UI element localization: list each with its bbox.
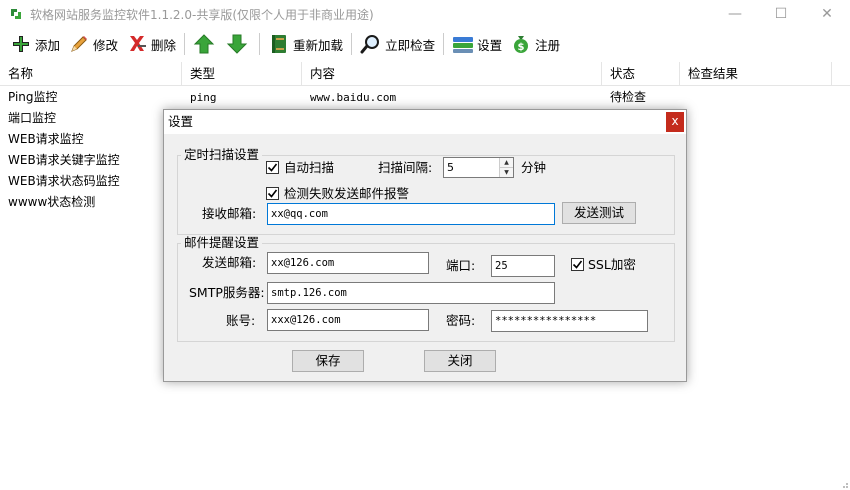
arrow-down-icon [226,34,248,54]
recv-email-label: 接收邮箱: [202,206,257,221]
move-down-button[interactable] [222,30,255,58]
dialog-title: 设置 [164,110,686,134]
book-icon [272,35,287,53]
scan-interval-spinner[interactable]: 5 ▲ ▼ [443,157,514,178]
row-name: WEB请求状态码监控 [8,174,120,188]
settings-dialog: 设置 x 定时扫描设置 自动扫描 扫描间隔: 5 ▲ ▼ 分钟 检测失败发送邮件… [163,109,687,382]
column-header-type[interactable]: 类型 [182,62,302,86]
edit-label: 修改 [93,37,119,53]
arrow-up-icon [193,34,215,54]
scan-interval-unit: 分钟 [521,160,547,175]
send-test-button[interactable]: 发送测试 [562,202,636,224]
mail-settings-group-label: 邮件提醒设置 [181,236,263,250]
ssl-label: SSL加密 [588,257,636,272]
close-window-button[interactable]: ✕ [804,0,850,28]
column-header-name[interactable]: 名称 [0,62,182,86]
smtp-server-label: SMTP服务器: [189,285,265,300]
checkmark-icon [267,189,278,198]
toolbar: 添加 修改 删除 重新加载 立即检查 设置 $ 注册 [0,28,850,60]
ssl-checkbox[interactable] [571,258,584,271]
register-label: 注册 [535,37,561,53]
toolbar-separator [351,33,353,55]
checkmark-icon [267,163,278,172]
spin-up-arrow-icon[interactable]: ▲ [499,158,513,168]
check-now-label: 立即检查 [385,37,436,53]
password-label: 密码: [446,313,476,328]
add-label: 添加 [35,37,61,53]
settings-label: 设置 [477,37,503,53]
scan-settings-group-label: 定时扫描设置 [181,148,263,162]
checkmark-icon [572,260,583,269]
reload-label: 重新加载 [293,37,344,53]
spin-down-arrow-icon[interactable]: ▼ [499,168,513,177]
reload-button[interactable]: 重新加载 [264,30,347,58]
recv-email-input[interactable]: xx@qq.com [267,203,555,225]
row-name: WEB请求监控 [8,132,84,146]
send-email-input[interactable]: xx@126.com [267,252,429,274]
register-button[interactable]: $ 注册 [506,30,564,58]
column-header-content[interactable]: 内容 [302,62,602,86]
minimize-button[interactable]: — [712,0,758,28]
account-input[interactable]: xxx@126.com [267,309,429,331]
app-icon [11,9,21,19]
toolbar-separator [184,33,186,55]
mail-alert-checkbox[interactable] [266,187,279,200]
row-status: 待检查 [610,90,647,104]
add-button[interactable]: 添加 [6,30,64,58]
delete-button[interactable]: 删除 [122,30,180,58]
account-label: 账号: [226,313,256,328]
grid-header: 名称 类型 内容 状态 检查结果 [0,62,850,86]
save-button[interactable]: 保存 [292,350,364,372]
maximize-button[interactable]: ☐ [758,0,804,28]
svg-text:$: $ [518,42,525,53]
port-input[interactable]: 25 [491,255,555,277]
column-header-status[interactable]: 状态 [602,62,680,86]
row-name: wwww状态检测 [8,195,96,209]
row-name: 端口监控 [8,111,57,125]
auto-scan-label: 自动扫描 [284,160,335,175]
send-email-label: 发送邮箱: [202,255,257,270]
move-up-button[interactable] [189,30,222,58]
settings-icon [453,37,474,53]
toolbar-separator [259,33,261,55]
pencil-icon [71,36,88,52]
scan-interval-value: 5 [447,161,454,174]
toolbar-separator [443,33,445,55]
title-bar: 软格网站服务监控软件1.1.2.0-共享版(仅限个人用于非商业用途) — ☐ ✕ [0,0,850,28]
row-type: ping [190,91,217,104]
port-label: 端口: [446,258,476,273]
edit-button[interactable]: 修改 [64,30,122,58]
check-now-button[interactable]: 立即检查 [356,30,439,58]
scan-interval-label: 扫描间隔: [378,160,433,175]
money-bag-icon: $ [514,36,529,53]
table-row[interactable]: Ping监控 ping www.baidu.com 待检查 [0,87,850,108]
delete-label: 删除 [151,37,177,53]
window-title: 软格网站服务监控软件1.1.2.0-共享版(仅限个人用于非商业用途) [30,7,374,22]
close-button[interactable]: 关闭 [424,350,496,372]
resize-grip-icon[interactable] [839,479,849,489]
row-name: WEB请求关键字监控 [8,153,120,167]
smtp-server-input[interactable]: smtp.126.com [267,282,555,304]
row-content: www.baidu.com [310,91,397,104]
plus-icon [13,36,29,52]
row-name: Ping监控 [8,90,58,104]
magnifier-icon [360,35,380,54]
delete-icon [130,36,147,51]
password-input[interactable]: **************** [491,310,648,332]
column-header-result[interactable]: 检查结果 [680,62,832,86]
auto-scan-checkbox[interactable] [266,161,279,174]
dialog-close-button[interactable]: x [666,112,684,132]
settings-button[interactable]: 设置 [448,30,506,58]
mail-alert-label: 检测失败发送邮件报警 [284,186,410,201]
